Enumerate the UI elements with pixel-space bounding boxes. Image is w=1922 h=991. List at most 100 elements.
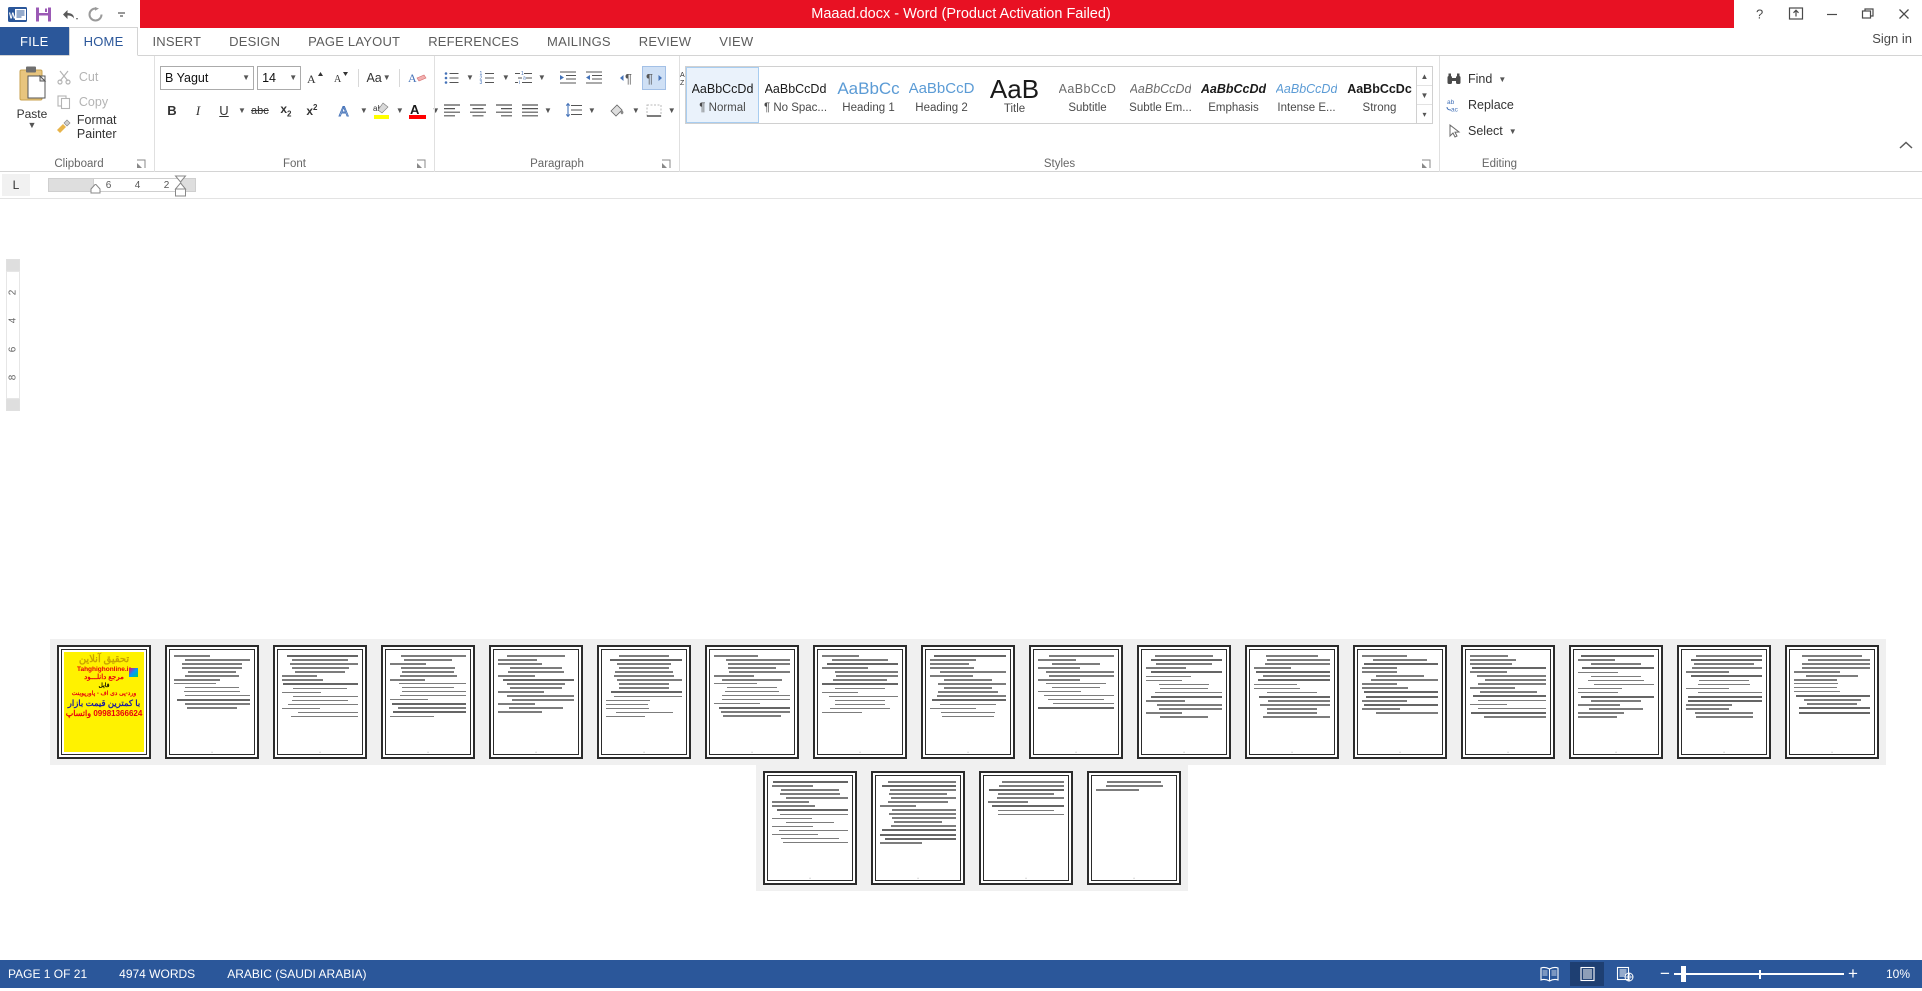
font-size-input[interactable]: 14 ▼ [257,66,301,90]
page-thumbnail[interactable]: • [1569,645,1663,759]
style-subtle-emphasis[interactable]: AaBbCcDd Subtle Em... [1124,67,1197,123]
paste-button[interactable]: Paste ▼ [9,60,55,156]
right-indent-marker[interactable] [174,175,187,202]
page-cell[interactable]: • [864,765,972,891]
tab-design[interactable]: DESIGN [215,27,294,55]
styles-scroll-up-button[interactable]: ▲ [1417,67,1432,86]
decrease-indent-button[interactable] [556,66,580,90]
chevron-down-icon[interactable]: ▼ [668,106,676,115]
page-thumbnail[interactable]: • [813,645,907,759]
web-layout-view-button[interactable] [1608,962,1642,986]
page-thumbnail[interactable]: • [597,645,691,759]
page-thumbnail[interactable]: • [1785,645,1879,759]
copy-button[interactable]: Copy [55,91,149,113]
paragraph-dialog-launcher[interactable] [660,159,672,171]
chevron-down-icon[interactable]: ▼ [632,106,640,115]
font-name-input[interactable]: B Yagut ▼ [160,66,254,90]
page-cell[interactable]: • [1454,639,1562,765]
page-thumbnail[interactable]: • [1245,645,1339,759]
superscript-button[interactable]: x2 [300,99,324,123]
replace-button[interactable]: abac Replace [1445,94,1554,116]
vertical-ruler[interactable]: 2 4 6 8 [6,271,20,399]
style-strong[interactable]: AaBbCcDc Strong [1343,67,1416,123]
minimize-button[interactable] [1814,0,1850,28]
chevron-down-icon[interactable]: ▼ [588,106,596,115]
page-thumbnail[interactable]: • [763,771,857,885]
style-heading-2[interactable]: AaBbCcD Heading 2 [905,67,978,123]
page-cell[interactable]: • [1130,639,1238,765]
underline-dropdown-arrow[interactable]: ▼ [238,106,246,115]
style-intense-emphasis[interactable]: AaBbCcDd Intense E... [1270,67,1343,123]
bullets-button[interactable] [440,66,464,90]
tab-home[interactable]: HOME [69,27,139,56]
page-cell[interactable]: • [482,639,590,765]
page-cell[interactable]: • [698,639,806,765]
zoom-track[interactable] [1674,960,1844,988]
style-heading-1[interactable]: AaBbCc Heading 1 [832,67,905,123]
select-button[interactable]: Select ▼ [1445,120,1554,142]
font-color-button[interactable]: A [406,99,430,123]
tab-review[interactable]: REVIEW [625,27,705,55]
align-right-button[interactable] [492,99,516,123]
read-mode-view-button[interactable] [1532,962,1566,986]
styles-more-button[interactable]: ▾ [1417,105,1432,123]
italic-button[interactable]: I [186,99,210,123]
customize-qat-icon[interactable] [108,2,134,26]
cut-button[interactable]: Cut [55,66,149,88]
tab-view[interactable]: VIEW [705,27,767,55]
chevron-down-icon[interactable]: ▼ [1497,75,1507,84]
page-cell[interactable]: • [1080,765,1188,891]
page-thumbnail[interactable]: • [273,645,367,759]
shrink-font-button[interactable]: A [329,66,353,90]
chevron-down-icon[interactable]: ▼ [286,73,300,82]
page-thumbnail[interactable]: • [921,645,1015,759]
grow-font-button[interactable]: A [303,66,327,90]
tab-stop-selector[interactable]: L [2,174,30,196]
page-cell[interactable]: • [756,765,864,891]
page-thumbnail[interactable]: • [165,645,259,759]
chevron-down-icon[interactable]: ▼ [544,106,552,115]
document-canvas[interactable]: 2 4 6 8 تحقیق آنلاینTahghighonline.irمرج… [0,199,1922,991]
page-thumbnail[interactable]: • [705,645,799,759]
sign-in-link[interactable]: Sign in [1872,31,1912,46]
text-highlight-color-button[interactable]: ab [370,99,394,123]
page-cell[interactable]: • [158,639,266,765]
left-indent-marker[interactable] [90,181,101,199]
page-thumbnail[interactable]: • [381,645,475,759]
chevron-down-icon[interactable]: ▼ [466,73,474,82]
restore-button[interactable] [1850,0,1886,28]
zoom-thumb[interactable] [1681,966,1686,982]
tab-page-layout[interactable]: PAGE LAYOUT [294,27,414,55]
strikethrough-button[interactable]: abc [248,99,272,123]
chevron-down-icon[interactable]: ▼ [382,73,392,82]
style-emphasis[interactable]: AaBbCcDd Emphasis [1197,67,1270,123]
zoom-in-button[interactable]: + [1844,965,1862,983]
page-cell[interactable]: • [1778,639,1886,765]
style-no-spacing[interactable]: AaBbCcDd ¶ No Spac... [759,67,832,123]
clear-formatting-button[interactable]: A [405,66,429,90]
page-cell[interactable]: • [1022,639,1130,765]
tab-file[interactable]: FILE [0,27,69,55]
increase-indent-button[interactable] [582,66,606,90]
page-thumbnail[interactable]: • [1353,645,1447,759]
page-count-status[interactable]: PAGE 1 OF 21 [8,967,101,981]
page-thumbnail[interactable]: • [979,771,1073,885]
word-count-status[interactable]: 4974 WORDS [119,967,209,981]
chevron-down-icon[interactable]: ▼ [239,73,253,82]
tab-mailings[interactable]: MAILINGS [533,27,625,55]
chevron-down-icon[interactable]: ▼ [1508,127,1518,136]
text-effects-button[interactable]: A [334,99,358,123]
print-layout-view-button[interactable] [1570,962,1604,986]
numbering-button[interactable]: 123 [476,66,500,90]
page-cell[interactable]: • [972,765,1080,891]
page-cell[interactable]: • [1562,639,1670,765]
bold-button[interactable]: B [160,99,184,123]
clipboard-dialog-launcher[interactable] [135,159,147,171]
page-cell[interactable]: • [374,639,482,765]
styles-dialog-launcher[interactable] [1420,159,1432,171]
zoom-slider[interactable]: − + [1656,960,1862,988]
find-button[interactable]: Find ▼ [1445,68,1554,90]
save-icon[interactable] [30,2,56,26]
zoom-out-button[interactable]: − [1656,965,1674,983]
undo-icon[interactable] [56,2,82,26]
